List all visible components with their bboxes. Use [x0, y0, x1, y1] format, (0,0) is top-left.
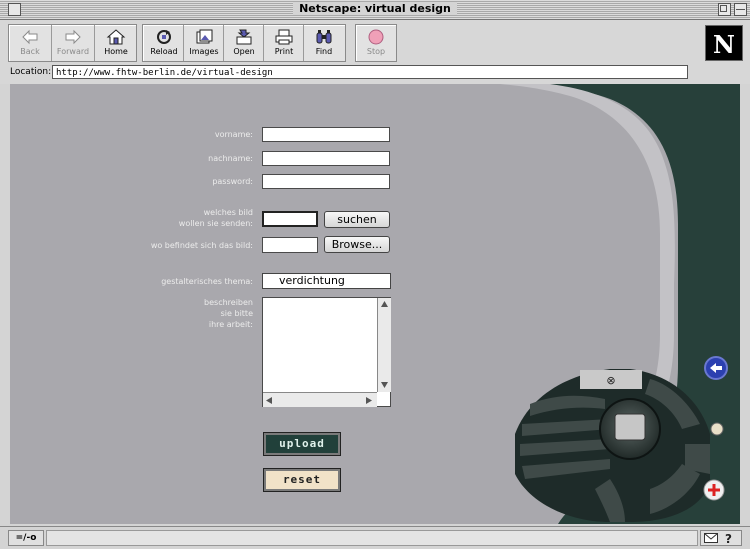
password-label: password:	[212, 177, 253, 186]
page-button-group: Reload Images Open Print Find	[142, 24, 346, 62]
nachname-label: nachname:	[208, 154, 253, 163]
pfad-label: wo befindet sich das bild:	[150, 241, 253, 250]
beschreiben-label: beschreiben sie bitte ihre arbeit:	[204, 298, 253, 329]
images-button[interactable]: Images	[183, 25, 225, 61]
pfad-input[interactable]	[262, 237, 318, 253]
status-bar: =/-o ?	[0, 526, 750, 549]
title-bar[interactable]: Netscape: virtual design	[0, 0, 750, 20]
beschreibung-textarea[interactable]	[262, 297, 391, 407]
reset-button[interactable]: reset	[263, 468, 341, 492]
zoom-box[interactable]	[718, 3, 731, 16]
left-arrow-icon	[22, 29, 38, 45]
house-icon	[106, 29, 126, 45]
nav-button-group: Back Forward Home	[8, 24, 137, 62]
print-button[interactable]: Print	[263, 25, 305, 61]
horizontal-scrollbar[interactable]	[263, 392, 377, 407]
status-message	[46, 530, 698, 546]
window-title: Netscape: virtual design	[0, 2, 750, 15]
location-label: Location:	[10, 67, 52, 77]
upload-button[interactable]: upload	[263, 432, 341, 456]
reload-icon	[157, 30, 171, 44]
thema-select[interactable]: verdichtung	[262, 273, 391, 289]
images-icon	[196, 29, 213, 44]
forward-button[interactable]: Forward	[52, 25, 94, 61]
security-indicator[interactable]: =/-o	[8, 530, 44, 546]
status-icons: ?	[700, 530, 742, 546]
red-plus-icon[interactable]	[703, 479, 725, 501]
browser-window: Netscape: virtual design Back Forward Ho…	[0, 0, 750, 549]
scroll-right-icon[interactable]	[366, 397, 372, 404]
stop-button[interactable]: Stop	[355, 25, 397, 61]
scroll-down-icon[interactable]	[381, 382, 388, 388]
suchen-button[interactable]: suchen	[324, 211, 390, 228]
binoculars-icon	[316, 30, 332, 44]
collapse-box[interactable]	[734, 3, 747, 16]
scroll-up-icon[interactable]	[381, 301, 388, 307]
help-icon[interactable]: ?	[723, 532, 735, 544]
printer-icon	[275, 29, 293, 45]
location-input[interactable]: http://www.fhtw-berlin.de/virtual-design	[52, 65, 688, 79]
toolbar: Back Forward Home Reload Images Open Pri…	[0, 20, 750, 62]
vertical-scrollbar[interactable]	[377, 298, 391, 392]
stop-button-group: Stop	[355, 24, 397, 62]
open-button[interactable]: Open	[223, 25, 265, 61]
open-icon	[236, 29, 252, 45]
netscape-logo[interactable]: N	[705, 25, 743, 61]
location-bar: Location: http://www.fhtw-berlin.de/virt…	[0, 62, 750, 84]
nachname-input[interactable]	[262, 151, 390, 166]
svg-text:?: ?	[725, 532, 732, 544]
stop-icon	[368, 29, 384, 45]
browse-button[interactable]: Browse...	[324, 236, 390, 253]
page-content: ⊗ vorname: nachname: password: welches b…	[10, 84, 740, 524]
reload-button[interactable]: Reload	[143, 25, 185, 61]
bild-label: welches bild wollen sie senden:	[178, 208, 253, 228]
home-button[interactable]: Home	[95, 25, 137, 61]
right-arrow-icon	[65, 29, 81, 45]
mail-icon[interactable]	[704, 533, 718, 543]
find-button[interactable]: Find	[303, 25, 345, 61]
back-button[interactable]: Back	[9, 25, 51, 61]
thema-label: gestalterisches thema:	[161, 277, 253, 286]
vorname-label: vorname:	[214, 130, 253, 139]
close-x-icon[interactable]: ⊗	[606, 374, 615, 387]
vorname-input[interactable]	[262, 127, 390, 142]
password-input[interactable]	[262, 174, 390, 189]
bild-input[interactable]	[262, 211, 318, 227]
blue-back-arrow-icon[interactable]	[704, 356, 728, 380]
scroll-left-icon[interactable]	[266, 397, 272, 404]
